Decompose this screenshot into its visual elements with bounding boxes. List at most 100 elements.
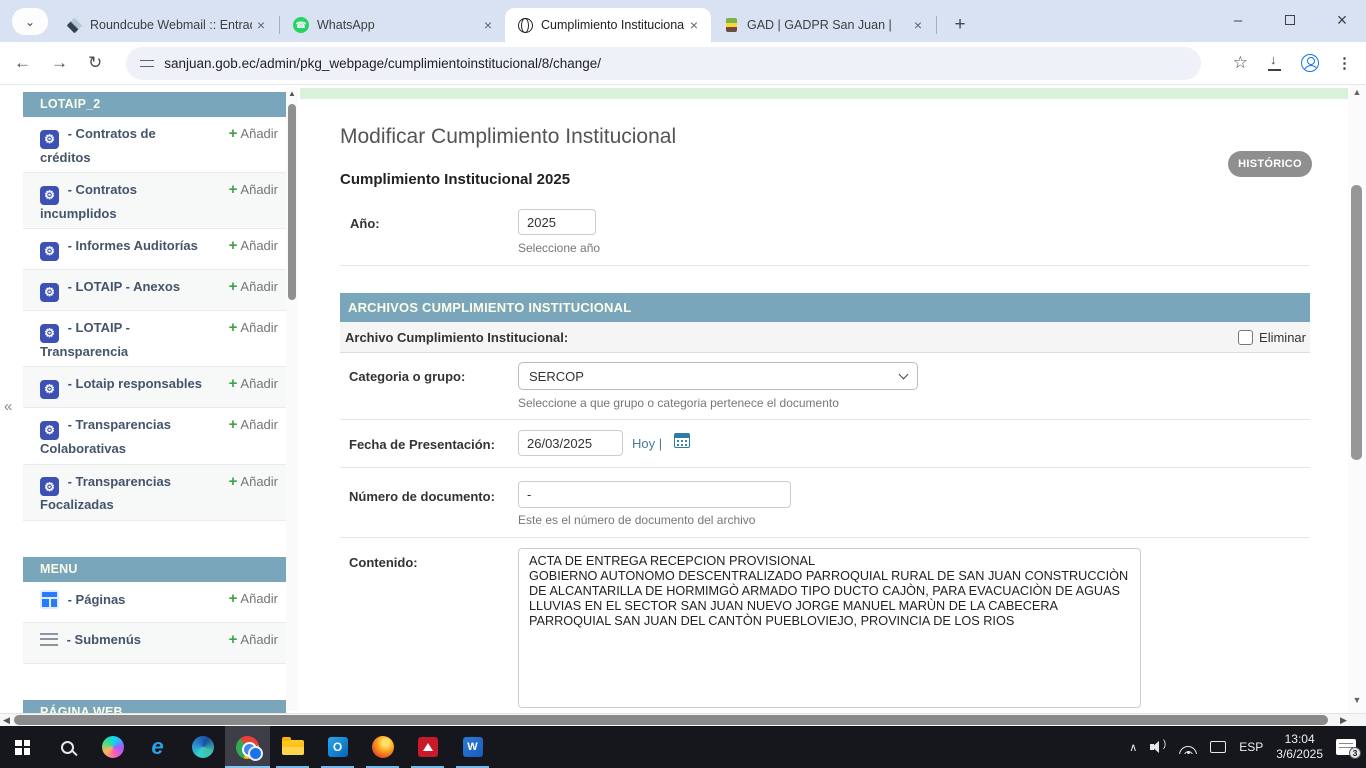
sidebar-gap <box>23 521 286 550</box>
tray-expand-icon[interactable]: ∧ <box>1129 741 1137 754</box>
vertical-scrollbar-thumb[interactable] <box>1351 185 1362 460</box>
taskbar-edge-button[interactable] <box>180 726 225 768</box>
sidebar-section-header-lotaip-2: LOTAIP_2 <box>23 92 286 117</box>
whatsapp-icon <box>293 17 309 33</box>
new-tab-button[interactable]: + <box>946 11 974 39</box>
reload-button[interactable]: ↻ <box>88 53 102 73</box>
horizontal-scrollbar-thumb[interactable] <box>14 715 1328 725</box>
taskbar-file-explorer-button[interactable] <box>270 726 315 768</box>
tab-title: GAD | GADPR San Juan | <box>747 18 909 32</box>
tabs-container: Roundcube Webmail :: Entrada×WhatsApp×Cu… <box>54 8 974 42</box>
numero-input[interactable] <box>518 481 791 508</box>
hoy-link[interactable]: Hoy | <box>632 436 662 451</box>
url-text[interactable]: sanjuan.gob.ec/admin/pkg_webpage/cumplim… <box>164 56 601 71</box>
plus-icon: + <box>229 473 238 490</box>
chevron-down-icon: ⌄ <box>25 15 35 29</box>
wifi-icon[interactable] <box>1179 741 1197 754</box>
gad-icon <box>723 17 739 33</box>
plus-icon: + <box>229 416 238 433</box>
taskbar-chrome-button[interactable] <box>225 726 270 768</box>
add-link[interactable]: +Añadir <box>229 278 278 295</box>
taskbar-firefox-button[interactable] <box>360 726 405 768</box>
taskbar-copilot-button[interactable] <box>90 726 135 768</box>
sidebar-scrollbar[interactable]: ▲ <box>286 87 298 711</box>
add-link[interactable]: +Añadir <box>229 319 278 336</box>
gear-icon: ⚙ <box>40 130 59 149</box>
scroll-left-icon[interactable]: ◀ <box>3 715 10 726</box>
tab-close-icon[interactable]: × <box>252 16 270 34</box>
sidebar-item-submen-s[interactable]: - Submenús+Añadir <box>23 623 286 664</box>
sidebar-item-informes-auditor-as[interactable]: ⚙ - Informes Auditorías+Añadir <box>23 229 286 270</box>
sidebar-item-lotaip-responsables[interactable]: ⚙ - Lotaip responsables+Añadir <box>23 367 286 408</box>
address-bar[interactable]: sanjuan.gob.ec/admin/pkg_webpage/cumplim… <box>126 47 1201 80</box>
profile-icon[interactable] <box>1301 54 1319 72</box>
scroll-up-icon[interactable]: ▲ <box>1348 87 1366 97</box>
tab-roundcube-webmail-entrada[interactable]: Roundcube Webmail :: Entrada× <box>54 8 278 42</box>
sidebar-collapse-arrow[interactable]: « <box>4 398 12 415</box>
browser-menu-icon[interactable]: ⋮ <box>1337 54 1352 72</box>
sidebar-item-lotaip-anexos[interactable]: ⚙ - LOTAIP - Anexos+Añadir <box>23 270 286 311</box>
sidebar-item-transparencias-colaborativas[interactable]: ⚙ - Transparencias Colaborativas+Añadir <box>23 408 286 464</box>
eliminar-checkbox[interactable] <box>1238 330 1253 345</box>
volume-icon[interactable]: ) <box>1150 741 1166 753</box>
fecha-input[interactable] <box>518 430 623 456</box>
scroll-up-icon[interactable]: ▲ <box>286 89 298 98</box>
add-link[interactable]: +Añadir <box>229 181 278 198</box>
taskbar-outlook-button[interactable]: O <box>315 726 360 768</box>
categoria-select[interactable]: SERCOP <box>518 362 918 390</box>
clock[interactable]: 13:04 3/6/2025 <box>1276 732 1323 762</box>
taskbar-search-button[interactable] <box>45 726 90 768</box>
close-button[interactable]: × <box>1332 10 1352 30</box>
sidebar-item-contratos-incumplidos[interactable]: ⚙ - Contratos incumplidos+Añadir <box>23 173 286 229</box>
taskbar-start-button[interactable] <box>0 726 45 768</box>
taskbar-internet-explorer-button[interactable]: e <box>135 726 180 768</box>
contenido-textarea[interactable]: ACTA DE ENTREGA RECEPCION PROVISIONAL GO… <box>518 548 1141 708</box>
tab-close-icon[interactable]: × <box>479 16 497 34</box>
browser-toolbar: ← → ↻ sanjuan.gob.ec/admin/pkg_webpage/c… <box>0 42 1366 85</box>
forward-button[interactable]: → <box>51 53 68 73</box>
add-link[interactable]: +Añadir <box>229 125 278 142</box>
tab-cumplimiento-institucional-202[interactable]: Cumplimiento Institucional 202× <box>505 8 711 42</box>
add-link[interactable]: +Añadir <box>229 590 278 607</box>
notifications-icon[interactable]: 3 <box>1336 739 1356 755</box>
add-link[interactable]: +Añadir <box>229 416 278 433</box>
plus-icon: + <box>229 631 238 648</box>
tab-close-icon[interactable]: × <box>685 16 703 34</box>
language-indicator[interactable]: ESP <box>1239 740 1263 754</box>
sidebar-scrollbar-thumb[interactable] <box>288 104 296 300</box>
sidebar-item-lotaip-transparencia[interactable]: ⚙ - LOTAIP - Transparencia+Añadir <box>23 311 286 367</box>
tab-title: WhatsApp <box>317 18 479 32</box>
sidebar-item-contratos-de-cr-ditos[interactable]: ⚙ - Contratos de créditos+Añadir <box>23 117 286 173</box>
scroll-down-icon[interactable]: ▼ <box>1348 695 1366 705</box>
page-horizontal-scrollbar[interactable]: ◀ ▶ <box>0 713 1366 726</box>
tab-list-chevron-button[interactable]: ⌄ <box>12 8 48 35</box>
tab-close-icon[interactable]: × <box>909 16 927 34</box>
maximize-button[interactable] <box>1280 10 1300 30</box>
minimize-button[interactable]: – <box>1228 10 1248 30</box>
tab-whatsapp[interactable]: WhatsApp× <box>281 8 505 42</box>
gear-icon: ⚙ <box>40 477 59 496</box>
site-settings-icon[interactable] <box>140 56 154 70</box>
add-link[interactable]: +Añadir <box>229 473 278 490</box>
calendar-icon[interactable] <box>674 433 690 448</box>
taskbar-acrobat-button[interactable] <box>405 726 450 768</box>
page-vertical-scrollbar[interactable]: ▲ ▼ <box>1348 85 1366 713</box>
add-link[interactable]: +Añadir <box>229 631 278 648</box>
gear-icon: ⚙ <box>40 380 59 399</box>
taskbar-word-button[interactable]: W <box>450 726 495 768</box>
sidebar-item-p-ginas[interactable]: - Páginas+Añadir <box>23 582 286 623</box>
eliminar-wrap: Eliminar <box>1238 322 1306 353</box>
historico-button[interactable]: HISTÓRICO <box>1228 151 1312 177</box>
add-link[interactable]: +Añadir <box>229 375 278 392</box>
archivo-label: Archivo Cumplimiento Institucional: <box>340 330 568 345</box>
add-link[interactable]: +Añadir <box>229 237 278 254</box>
downloads-icon[interactable] <box>1266 55 1283 72</box>
tab-gad-gadpr-san-juan[interactable]: GAD | GADPR San Juan |× <box>711 8 935 42</box>
display-icon[interactable] <box>1210 741 1226 753</box>
bookmark-star-icon[interactable]: ☆ <box>1233 53 1248 73</box>
anio-input[interactable] <box>518 209 596 235</box>
sidebar-item-transparencias-focalizadas[interactable]: ⚙ - Transparencias Focalizadas+Añadir <box>23 465 286 521</box>
scroll-right-icon[interactable]: ▶ <box>1340 715 1347 726</box>
back-button[interactable]: ← <box>14 53 31 73</box>
chevron-down-icon <box>899 369 909 379</box>
